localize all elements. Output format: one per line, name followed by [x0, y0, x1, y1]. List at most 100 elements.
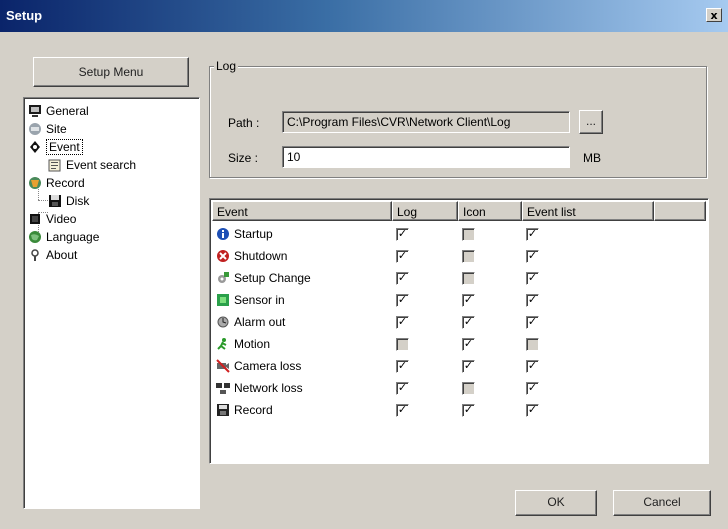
- log-checkbox-cell: ✓: [392, 315, 458, 329]
- tree-item-about[interactable]: About: [28, 246, 77, 264]
- column-header-event-list[interactable]: Event list: [522, 201, 654, 221]
- log-checkbox-cell: ✓: [392, 359, 458, 373]
- icon-checkbox[interactable]: ✓: [462, 359, 475, 373]
- size-label: Size :: [228, 151, 259, 165]
- icon-checkbox[interactable]: [462, 271, 475, 285]
- column-header-log[interactable]: Log: [392, 201, 458, 221]
- icon-checkbox-cell: [458, 381, 522, 395]
- log-checkbox[interactable]: ✓: [396, 381, 409, 395]
- title-bar[interactable]: Setup x: [0, 0, 728, 32]
- icon-checkbox[interactable]: ✓: [462, 293, 475, 307]
- event-row[interactable]: Sensor in ✓ ✓ ✓: [212, 289, 654, 311]
- setup-menu-button[interactable]: Setup Menu: [33, 57, 189, 87]
- disk-icon: [48, 194, 62, 208]
- tree-item-language[interactable]: Language: [28, 228, 99, 246]
- tree-item-event-search[interactable]: Event search: [48, 156, 136, 174]
- path-field[interactable]: C:\Program Files\CVR\Network Client\Log: [282, 111, 570, 133]
- event-name: Alarm out: [234, 315, 286, 329]
- log-checkbox[interactable]: [396, 337, 409, 351]
- event-list-checkbox[interactable]: ✓: [526, 403, 539, 417]
- event-list-checkbox-cell: ✓: [522, 249, 654, 263]
- tree-item-label: General: [46, 104, 89, 118]
- icon-checkbox-cell: ✓: [458, 337, 522, 351]
- camera-loss-icon: [216, 359, 230, 373]
- event-list-checkbox[interactable]: ✓: [526, 271, 539, 285]
- ok-label: OK: [547, 495, 565, 509]
- tree-item-video[interactable]: Video: [28, 210, 76, 228]
- tree-item-event[interactable]: Event: [28, 138, 83, 156]
- icon-checkbox[interactable]: ✓: [462, 315, 475, 329]
- column-header-icon[interactable]: Icon: [458, 201, 522, 221]
- cancel-button[interactable]: Cancel: [613, 490, 711, 516]
- size-unit: MB: [583, 151, 601, 165]
- log-checkbox[interactable]: ✓: [396, 249, 409, 263]
- about-icon: [28, 248, 42, 262]
- event-name: Record: [234, 403, 273, 417]
- event-list-checkbox-cell: ✓: [522, 315, 654, 329]
- log-checkbox[interactable]: ✓: [396, 403, 409, 417]
- event-search-icon: [48, 158, 62, 172]
- setup-window: Setup x Setup Menu General Site Event Ev…: [0, 0, 728, 529]
- icon-checkbox[interactable]: [462, 227, 475, 241]
- event-list-checkbox[interactable]: [526, 337, 539, 351]
- browse-button[interactable]: ...: [579, 110, 603, 134]
- setup-menu-tree: General Site Event Event search Record D…: [23, 97, 200, 509]
- event-name-cell: Motion: [212, 337, 392, 351]
- event-list-checkbox[interactable]: ✓: [526, 359, 539, 373]
- log-checkbox-cell: ✓: [392, 381, 458, 395]
- size-field[interactable]: 10: [282, 146, 570, 168]
- motion-icon: [216, 337, 230, 351]
- event-list-checkbox[interactable]: ✓: [526, 227, 539, 241]
- event-list-checkbox[interactable]: ✓: [526, 249, 539, 263]
- event-row[interactable]: Startup ✓ ✓: [212, 223, 654, 245]
- icon-checkbox[interactable]: ✓: [462, 337, 475, 351]
- event-list-checkbox-cell: ✓: [522, 359, 654, 373]
- event-list-checkbox[interactable]: ✓: [526, 381, 539, 395]
- shutdown-icon: [216, 249, 230, 263]
- log-checkbox[interactable]: ✓: [396, 359, 409, 373]
- log-checkbox[interactable]: ✓: [396, 271, 409, 285]
- ok-button[interactable]: OK: [515, 490, 597, 516]
- tree-item-label: Video: [46, 212, 77, 226]
- event-list-checkbox[interactable]: ✓: [526, 293, 539, 307]
- tree-item-label: Disk: [66, 194, 90, 208]
- icon-checkbox[interactable]: [462, 249, 475, 263]
- tree-item-label: Event: [46, 139, 83, 155]
- event-row[interactable]: Shutdown ✓ ✓: [212, 245, 654, 267]
- event-row[interactable]: Network loss ✓ ✓: [212, 377, 654, 399]
- event-name: Motion: [234, 337, 271, 351]
- log-checkbox[interactable]: ✓: [396, 293, 409, 307]
- close-button[interactable]: x: [706, 8, 722, 22]
- icon-checkbox[interactable]: ✓: [462, 403, 475, 417]
- window-title: Setup: [6, 8, 43, 23]
- log-checkbox[interactable]: ✓: [396, 315, 409, 329]
- event-row[interactable]: Record ✓ ✓ ✓: [212, 399, 654, 421]
- tree-item-general[interactable]: General: [28, 102, 89, 120]
- monitor-icon: [28, 104, 42, 118]
- event-list: Event Log Icon Event list Startup ✓ ✓ Shutd…: [209, 198, 709, 464]
- event-row[interactable]: Setup Change ✓ ✓: [212, 267, 654, 289]
- event-row[interactable]: Alarm out ✓ ✓ ✓: [212, 311, 654, 333]
- icon-checkbox[interactable]: [462, 381, 475, 395]
- tree-item-disk[interactable]: Disk: [48, 192, 89, 210]
- tree-item-record[interactable]: Record: [28, 174, 85, 192]
- icon-checkbox-cell: [458, 249, 522, 263]
- log-checkbox[interactable]: ✓: [396, 227, 409, 241]
- tree-item-site[interactable]: Site: [28, 120, 67, 138]
- event-row[interactable]: Motion ✓: [212, 333, 654, 355]
- log-checkbox-cell: ✓: [392, 293, 458, 307]
- log-checkbox-cell: [392, 337, 458, 351]
- event-list-checkbox-cell: ✓: [522, 271, 654, 285]
- icon-checkbox-cell: ✓: [458, 359, 522, 373]
- icon-checkbox-cell: [458, 227, 522, 241]
- event-row[interactable]: Camera loss ✓ ✓ ✓: [212, 355, 654, 377]
- event-list-checkbox[interactable]: ✓: [526, 315, 539, 329]
- column-header-event[interactable]: Event: [212, 201, 392, 221]
- tree-item-label: Site: [46, 122, 67, 136]
- log-checkbox-cell: ✓: [392, 227, 458, 241]
- tree-item-label: Record: [46, 176, 85, 190]
- icon-checkbox-cell: ✓: [458, 403, 522, 417]
- event-name-cell: Shutdown: [212, 249, 392, 263]
- tree-item-label: Event search: [66, 158, 137, 172]
- record-icon: [28, 176, 42, 190]
